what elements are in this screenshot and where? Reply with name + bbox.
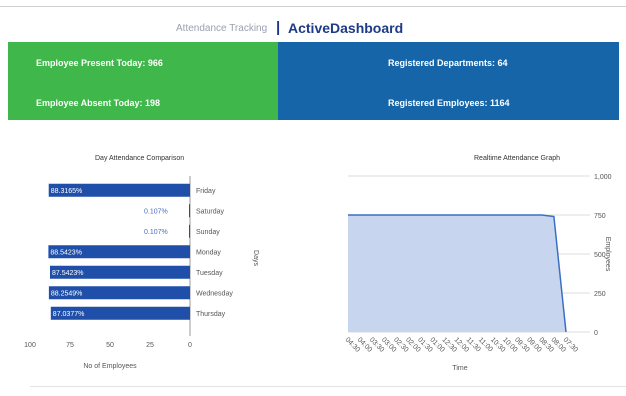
- area-x-axis-label: Time: [452, 365, 467, 372]
- bar-category-label: Thursday: [196, 311, 226, 318]
- bar-category-label: Wednesday: [196, 290, 233, 297]
- bar-category-label: Monday: [196, 249, 221, 256]
- bar-x-tick: 75: [66, 342, 74, 349]
- bar-data-label: 88.3165%: [51, 188, 83, 195]
- bar-x-tick: 50: [106, 342, 114, 349]
- bar-data-label: 87.5423%: [52, 270, 84, 277]
- bar-category-label: Saturday: [196, 208, 225, 215]
- bar-x-tick: 25: [146, 342, 154, 349]
- bar-data-label: 88.5423%: [50, 249, 82, 256]
- bar-category-label: Tuesday: [196, 270, 223, 277]
- area-fill: [348, 215, 566, 332]
- bar-category-label: Sunday: [196, 229, 220, 236]
- bar-data-label: 88.2549%: [51, 290, 83, 297]
- bar-x-tick: 0: [188, 342, 192, 349]
- bar-saturday: [189, 204, 190, 218]
- area-y-tick: 0: [594, 330, 598, 337]
- charts-canvas: Friday 88.3165% Saturday 0.107% Sunday 0.107%…: [24, 174, 612, 372]
- bottom-divider: [30, 386, 626, 387]
- bar-data-label: 0.107%: [144, 229, 168, 236]
- area-y-tick: 250: [594, 291, 606, 298]
- bar-x-tick: 100: [24, 342, 36, 349]
- area-y-tick: 750: [594, 213, 606, 220]
- bar-category-label: Friday: [196, 188, 216, 195]
- area-y-axis-label: Employees: [604, 237, 611, 272]
- area-y-tick: 1,000: [594, 174, 612, 181]
- bar-data-label: 0.107%: [144, 208, 168, 215]
- bar-x-axis-label: No of Employees: [83, 363, 137, 370]
- bar-data-label: 87.0377%: [53, 311, 85, 318]
- bar-sunday: [189, 224, 190, 238]
- bar-y-axis-label: Days: [252, 250, 259, 266]
